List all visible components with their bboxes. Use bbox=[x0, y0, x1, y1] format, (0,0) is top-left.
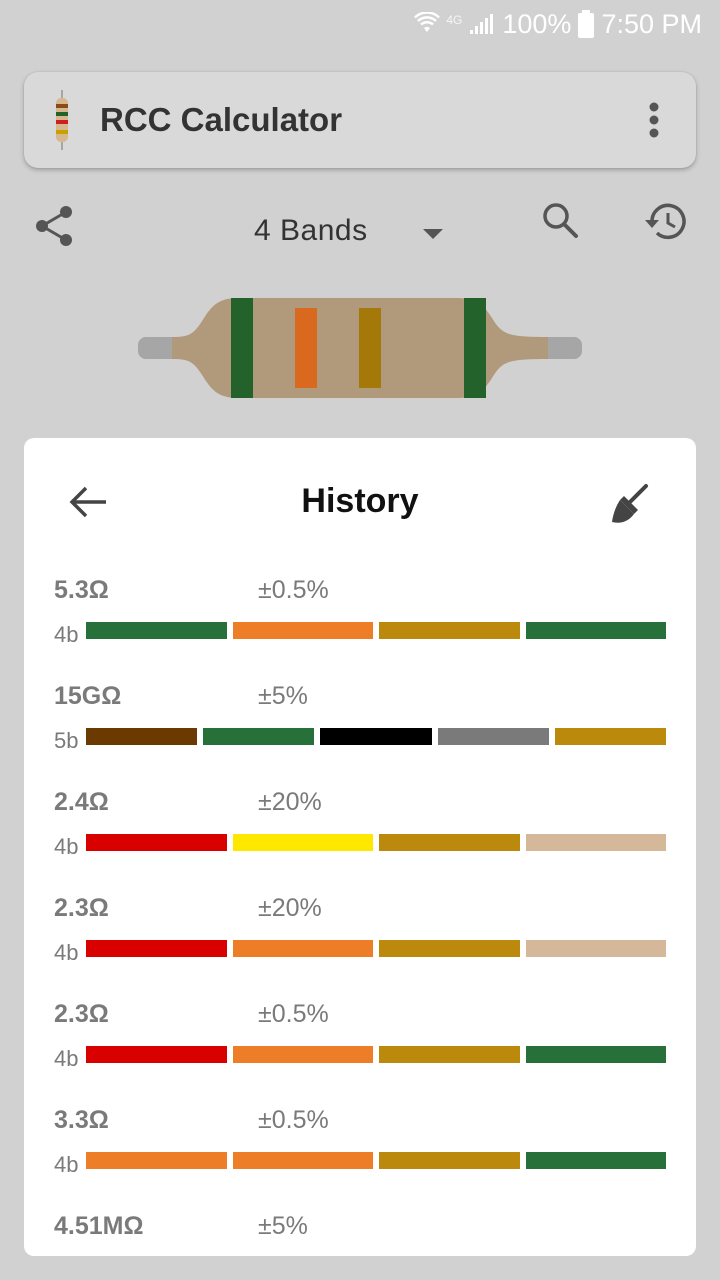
color-band-strip bbox=[86, 728, 667, 745]
resistor-band-3 bbox=[359, 308, 381, 388]
history-entry[interactable]: 2.3Ω ±20% 4b bbox=[24, 886, 696, 992]
history-entry[interactable]: 2.4Ω ±20% 4b bbox=[24, 780, 696, 886]
band-count-label: 4b bbox=[54, 940, 79, 965]
resistance-value: 2.3Ω bbox=[54, 1000, 109, 1028]
color-band-2 bbox=[232, 834, 373, 851]
color-band-3 bbox=[379, 1046, 520, 1063]
color-band-1 bbox=[86, 940, 227, 957]
search-icon[interactable] bbox=[540, 200, 580, 249]
history-entry[interactable]: 3.3Ω ±0.5% 4b bbox=[24, 1098, 696, 1204]
app-title: RCC Calculator bbox=[100, 101, 343, 138]
resistor-logo-icon bbox=[52, 90, 72, 155]
color-band-strip bbox=[86, 1046, 666, 1063]
history-icon[interactable] bbox=[641, 200, 689, 249]
network-type-icon: 4G bbox=[446, 13, 463, 27]
color-band-4 bbox=[525, 940, 666, 957]
history-panel: History 5.3Ω ±0.5% 4b 15GΩ ±5% 5b 2.4Ω ±20% 4b 2.… bbox=[24, 438, 696, 1256]
history-title: History bbox=[301, 482, 419, 520]
color-band-1 bbox=[86, 728, 198, 745]
color-band-2 bbox=[232, 1046, 373, 1063]
band-count-label: 4 Bands bbox=[254, 214, 368, 247]
signal-icon bbox=[468, 12, 496, 36]
tolerance-value: ±20% bbox=[258, 788, 322, 816]
tolerance-value: ±0.5% bbox=[258, 1000, 329, 1028]
resistance-value: 2.3Ω bbox=[54, 894, 109, 922]
color-band-strip bbox=[86, 622, 666, 639]
band-count-label: 4b bbox=[54, 1152, 79, 1177]
color-band-strip bbox=[86, 1152, 666, 1169]
tolerance-value: ±0.5% bbox=[258, 1106, 329, 1134]
color-band-3 bbox=[379, 834, 520, 851]
color-band-1 bbox=[86, 622, 227, 639]
share-icon[interactable] bbox=[34, 204, 74, 253]
resistance-value: 2.4Ω bbox=[54, 788, 109, 816]
resistance-value: 4.51MΩ bbox=[54, 1212, 144, 1240]
resistance-value: 3.3Ω bbox=[54, 1106, 109, 1134]
color-band-3 bbox=[320, 728, 432, 745]
clock: 7:50 PM bbox=[601, 8, 702, 39]
band-count-label: 4b bbox=[54, 834, 79, 859]
battery-percent: 100% bbox=[502, 8, 572, 39]
tolerance-value: ±0.5% bbox=[258, 576, 329, 604]
color-band-2 bbox=[203, 728, 315, 745]
color-band-4 bbox=[525, 622, 666, 639]
color-band-4 bbox=[525, 1046, 666, 1063]
resistor-band-4 bbox=[464, 298, 486, 398]
wifi-icon bbox=[414, 12, 441, 36]
history-entry[interactable]: 2.3Ω ±0.5% 4b bbox=[24, 992, 696, 1098]
battery-icon bbox=[577, 10, 595, 38]
history-entry[interactable]: 15GΩ ±5% 5b bbox=[24, 674, 696, 780]
color-band-3 bbox=[379, 622, 520, 639]
status-bar: 4G 100% 7:50 PM bbox=[0, 0, 720, 48]
color-band-2 bbox=[232, 622, 373, 639]
color-band-1 bbox=[86, 834, 227, 851]
color-band-1 bbox=[86, 1152, 227, 1169]
resistor-band-1 bbox=[231, 298, 253, 398]
history-entry[interactable]: 5.3Ω ±0.5% 4b bbox=[24, 568, 696, 674]
band-count-label: 4b bbox=[54, 1046, 79, 1071]
tolerance-value: ±5% bbox=[258, 1212, 308, 1240]
band-count-label: 4b bbox=[54, 622, 79, 647]
color-band-4 bbox=[525, 834, 666, 851]
history-entry[interactable]: 4.51MΩ ±5% bbox=[24, 1204, 696, 1256]
tolerance-value: ±5% bbox=[258, 682, 308, 710]
color-band-4 bbox=[525, 1152, 666, 1169]
resistance-value: 15GΩ bbox=[54, 682, 122, 710]
color-band-4 bbox=[437, 728, 549, 745]
resistor-preview bbox=[138, 296, 582, 405]
color-band-3 bbox=[379, 940, 520, 957]
resistor-band-2 bbox=[295, 308, 317, 388]
action-row: 4 Bands bbox=[0, 196, 720, 266]
tolerance-value: ±20% bbox=[258, 894, 322, 922]
color-band-1 bbox=[86, 1046, 227, 1063]
color-band-strip bbox=[86, 834, 666, 851]
app-toolbar: RCC Calculator bbox=[24, 72, 696, 168]
band-count-dropdown[interactable]: 4 Bands bbox=[240, 196, 460, 266]
resistance-value: 5.3Ω bbox=[54, 576, 109, 604]
chevron-down-icon bbox=[423, 226, 443, 244]
broom-clear-icon[interactable] bbox=[610, 482, 654, 531]
band-count-label: 5b bbox=[54, 728, 79, 753]
color-band-3 bbox=[379, 1152, 520, 1169]
history-list: 5.3Ω ±0.5% 4b 15GΩ ±5% 5b 2.4Ω ±20% 4b 2.3Ω ±20% 4b… bbox=[24, 568, 696, 1256]
color-band-strip bbox=[86, 940, 666, 957]
more-options-icon[interactable] bbox=[648, 102, 660, 143]
color-band-2 bbox=[232, 940, 373, 957]
color-band-2 bbox=[232, 1152, 373, 1169]
color-band-5 bbox=[554, 728, 667, 745]
